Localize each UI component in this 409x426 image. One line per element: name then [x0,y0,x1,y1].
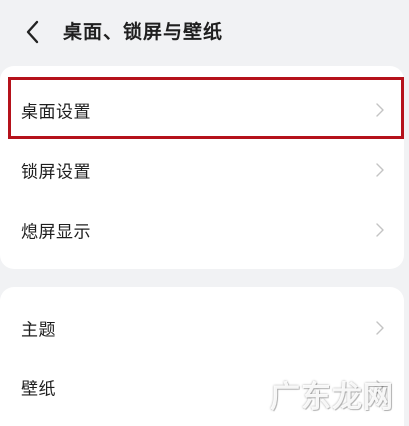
header-bar: 桌面、锁屏与壁纸 [0,0,409,64]
chevron-right-icon [376,103,384,117]
settings-group-1: 桌面设置 锁屏设置 熄屏显示 [0,66,404,269]
chevron-right-icon [376,223,384,237]
watermark: 广东龙网 [270,380,394,415]
page-title: 桌面、锁屏与壁纸 [63,21,224,43]
settings-item-label: 主题 [21,320,56,341]
settings-item-label: 桌面设置 [21,102,91,123]
settings-item-desktop[interactable]: 桌面设置 [0,80,404,140]
settings-item-label: 熄屏显示 [21,222,91,243]
chevron-right-icon [376,321,384,335]
chevron-left-icon[interactable] [22,19,44,45]
chevron-right-icon [376,163,384,177]
settings-item-label: 壁纸 [21,379,56,400]
settings-screen: 桌面、锁屏与壁纸 桌面设置 锁屏设置 熄屏显示 主题 壁纸 广东龙网 [0,0,409,426]
settings-item-label: 锁屏设置 [21,162,91,183]
settings-item-theme[interactable]: 主题 [0,298,404,358]
settings-item-always-on-display[interactable]: 熄屏显示 [0,200,404,260]
settings-item-lockscreen[interactable]: 锁屏设置 [0,140,404,200]
